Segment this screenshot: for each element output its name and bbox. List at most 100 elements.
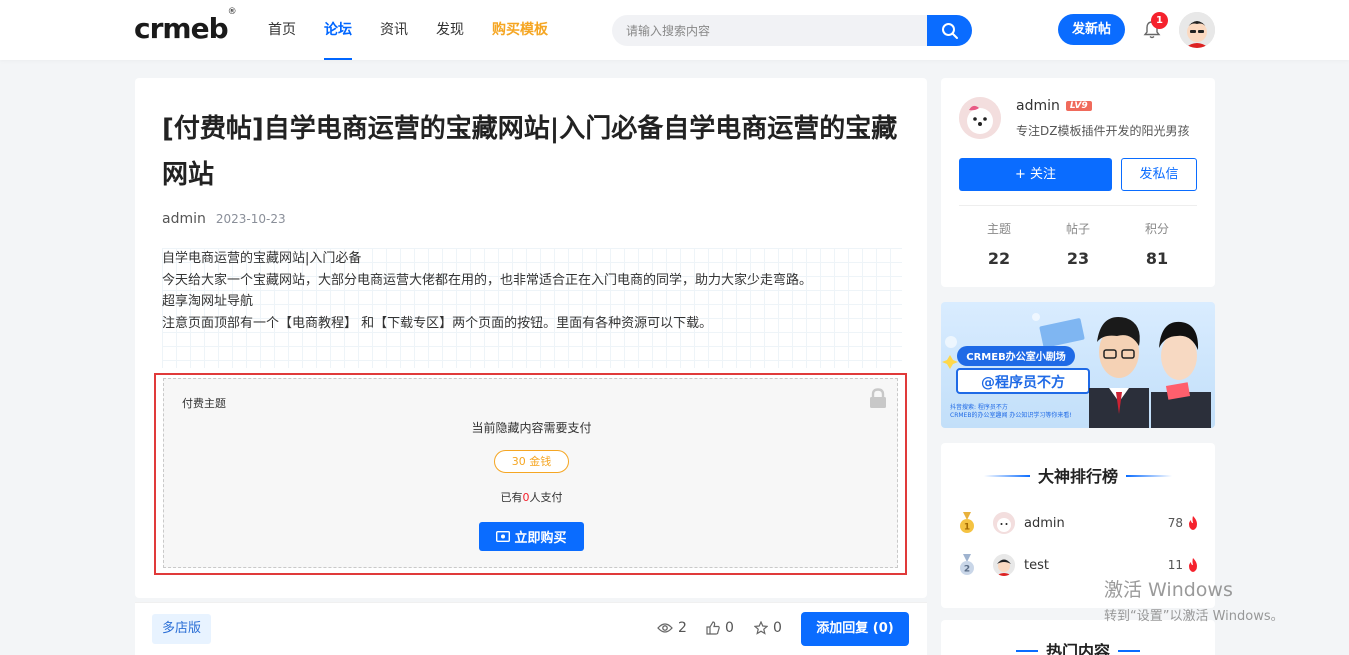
silver-medal-icon: 2 bbox=[960, 554, 974, 575]
favorite-button[interactable]: 0 bbox=[754, 620, 782, 636]
watermark-line1: 激活 Windows bbox=[1104, 579, 1233, 601]
banner-line4: CRMEB的办公室趣闻 办公知识学习等你来看! bbox=[950, 411, 1072, 419]
content-line: 注意页面顶部有一个【电商教程】 和【下载专区】两个页面的按钮。里面有各种资源可以… bbox=[162, 315, 713, 331]
buy-now-button[interactable]: 立即购买 bbox=[479, 522, 584, 551]
stat-topics[interactable]: 主题 22 bbox=[959, 220, 1039, 268]
stat-posts[interactable]: 帖子 23 bbox=[1038, 220, 1118, 268]
search-bar bbox=[612, 15, 972, 46]
ranking-score: 11 bbox=[1167, 558, 1183, 572]
post-title: [付费帖]自学电商运营的宝藏网站|入门必备自学电商运营的宝藏网站 bbox=[162, 114, 898, 190]
ranking-avatar bbox=[993, 554, 1015, 576]
hot-title: 热门内容 bbox=[1045, 642, 1110, 655]
stat-label: 积分 bbox=[1144, 222, 1169, 236]
title-decoration-right bbox=[1126, 475, 1172, 477]
post-action-bar: 多店版 2 0 0 添加回复 (0) bbox=[135, 602, 927, 655]
ranking-row[interactable]: 2 test 11 bbox=[959, 553, 1199, 577]
category-tag[interactable]: 多店版 bbox=[152, 614, 212, 644]
watermark-line2: 转到“设置”以激活 Windows。 bbox=[1104, 609, 1284, 624]
windows-activation-watermark: 激活 Windows 转到“设置”以激活 Windows。 bbox=[1104, 575, 1284, 624]
top-header: crmeb® 首页 论坛 资讯 发现 购买模板 发新帖 1 bbox=[0, 0, 1349, 60]
avatar-image bbox=[1179, 12, 1215, 48]
nav-home[interactable]: 首页 bbox=[268, 0, 296, 60]
search-input[interactable] bbox=[612, 15, 922, 46]
banner-line2: @程序员不方 bbox=[981, 374, 1065, 391]
title-decoration-right bbox=[1118, 650, 1140, 652]
banner-line3: 抖音搜索: 程序员不方 bbox=[950, 403, 1008, 411]
ranking-avatar bbox=[993, 512, 1015, 534]
paid-count: 已有0人支付 bbox=[164, 489, 899, 505]
view-count-value: 2 bbox=[678, 620, 687, 636]
add-reply-button[interactable]: 添加回复 (0) bbox=[801, 612, 909, 646]
fire-icon bbox=[1189, 558, 1197, 572]
buy-now-label: 立即购买 bbox=[514, 531, 567, 546]
nav-buy-template[interactable]: 购买模板 bbox=[492, 0, 548, 60]
stat-points[interactable]: 积分 81 bbox=[1117, 220, 1197, 268]
notification-badge: 1 bbox=[1151, 12, 1168, 29]
like-count-value: 0 bbox=[725, 620, 734, 636]
stat-value: 81 bbox=[1145, 249, 1169, 268]
gold-medal-icon: 1 bbox=[960, 512, 974, 533]
stat-value: 22 bbox=[987, 249, 1011, 268]
promo-banner[interactable]: CRMEB办公室小剧场 @程序员不方 抖音搜索: 程序员不方 CRMEB的办公室… bbox=[941, 302, 1215, 428]
post-date: 2023-10-23 bbox=[215, 212, 286, 226]
level-badge: LV9 bbox=[1065, 101, 1092, 111]
private-message-button[interactable]: 发私信 bbox=[1121, 158, 1197, 191]
ranking-username: admin bbox=[1024, 515, 1065, 531]
user-avatar[interactable] bbox=[1179, 12, 1215, 48]
author-profile-card: admin LV9 专注DZ模板插件开发的阳光男孩 + 关注 发私信 主题 22 … bbox=[941, 78, 1215, 287]
search-icon bbox=[941, 22, 958, 39]
paywall-highlight: 付费主题 当前隐藏内容需要支付 30 金钱 已有0人支付 立即购买 bbox=[154, 373, 907, 575]
logo-registered-mark: ® bbox=[227, 6, 237, 17]
paid-prefix: 已有 bbox=[500, 491, 523, 504]
nav-forum[interactable]: 论坛 bbox=[324, 0, 352, 60]
content-line: 自学电商运营的宝藏网站|入门必备 bbox=[162, 251, 362, 266]
paywall-label: 付费主题 bbox=[182, 397, 226, 410]
title-decoration-left bbox=[983, 475, 1030, 477]
post-card: [付费帖]自学电商运营的宝藏网站|入门必备自学电商运营的宝藏网站 admin 20… bbox=[135, 78, 927, 598]
ranking-username: test bbox=[1024, 557, 1049, 573]
banner-person-right bbox=[1151, 321, 1211, 428]
follow-button[interactable]: + 关注 bbox=[959, 158, 1112, 191]
content-line: 今天给大家一个宝藏网站，大部分电商运营大佬都在用的，也非常适合正在入门电商的同学… bbox=[162, 272, 813, 288]
title-decoration-left bbox=[1015, 650, 1038, 652]
author-bio: 专注DZ模板插件开发的阳光男孩 bbox=[1016, 124, 1190, 138]
crmeb-logo[interactable]: crmeb® bbox=[134, 7, 237, 45]
lock-icon bbox=[870, 388, 886, 408]
logo-text: crmeb bbox=[134, 12, 229, 45]
ranking-header: 大神排行榜 bbox=[941, 463, 1215, 487]
fire-icon bbox=[1189, 516, 1197, 530]
like-button[interactable]: 0 bbox=[706, 620, 734, 636]
author-name[interactable]: admin LV9 bbox=[1016, 98, 1092, 114]
author-avatar-image bbox=[959, 97, 1001, 139]
ranking-score: 78 bbox=[1167, 516, 1183, 530]
banner-line1: CRMEB办公室小剧场 bbox=[966, 350, 1065, 363]
paywall-box: 付费主题 当前隐藏内容需要支付 30 金钱 已有0人支付 立即购买 bbox=[163, 378, 898, 568]
search-button[interactable] bbox=[927, 15, 972, 46]
view-count: 2 bbox=[657, 620, 687, 636]
nav-discover[interactable]: 发现 bbox=[436, 0, 464, 60]
nav-news[interactable]: 资讯 bbox=[380, 0, 408, 60]
hot-header: 热门内容 bbox=[941, 638, 1215, 655]
stat-label: 主题 bbox=[986, 222, 1011, 236]
rank-number: 2 bbox=[964, 565, 970, 575]
price-badge: 30 金钱 bbox=[494, 450, 569, 473]
thumbs-up-icon bbox=[706, 621, 720, 635]
star-icon bbox=[754, 621, 768, 635]
post-content: 自学电商运营的宝藏网站|入门必备 今天给大家一个宝藏网站，大部分电商运营大佬都在… bbox=[162, 248, 902, 368]
stat-label: 帖子 bbox=[1065, 222, 1090, 236]
money-icon bbox=[496, 531, 511, 542]
paid-suffix: 人支付 bbox=[529, 491, 563, 504]
author-avatar[interactable] bbox=[959, 97, 1001, 139]
stat-value: 23 bbox=[1066, 249, 1090, 268]
rank-number: 1 bbox=[964, 523, 970, 533]
profile-divider bbox=[959, 205, 1197, 206]
post-author[interactable]: admin bbox=[162, 211, 206, 227]
main-nav: 首页 论坛 资讯 发现 购买模板 bbox=[268, 0, 576, 60]
paid-number: 0 bbox=[522, 491, 530, 504]
ranking-row[interactable]: 1 admin 78 bbox=[959, 511, 1199, 535]
ranking-title: 大神排行榜 bbox=[1037, 467, 1118, 486]
new-post-button[interactable]: 发新帖 bbox=[1058, 14, 1125, 45]
favorite-count-value: 0 bbox=[773, 620, 782, 636]
author-name-text: admin bbox=[1016, 98, 1060, 114]
eye-icon bbox=[657, 623, 673, 633]
